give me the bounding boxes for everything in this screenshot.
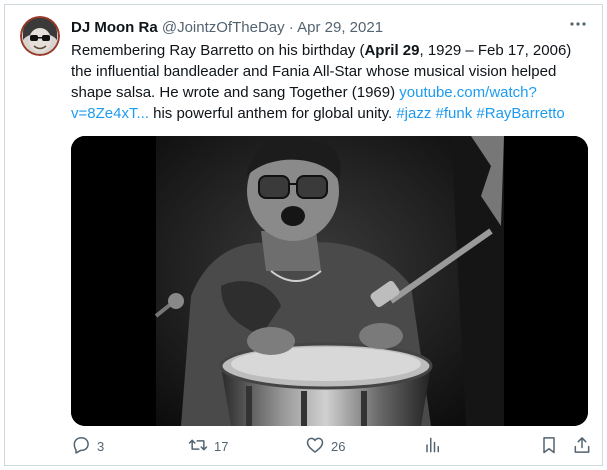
share-button[interactable] — [572, 430, 592, 462]
retweet-icon — [188, 435, 208, 458]
avatar[interactable] — [20, 16, 60, 56]
tweet-card[interactable]: DJ Moon Ra @JointzOfTheDay · Apr 29, 202… — [4, 4, 603, 466]
views-icon — [422, 435, 442, 458]
like-button[interactable]: 26 — [305, 430, 345, 462]
tweet-text-part-1: Remembering Ray Barretto on his birthday… — [71, 42, 365, 59]
share-icon — [572, 435, 592, 458]
reply-button[interactable]: 3 — [71, 430, 104, 462]
tweet-photo[interactable] — [71, 136, 588, 426]
retweet-button[interactable]: 17 — [188, 430, 228, 462]
tweet-text-bold-date: April 29 — [364, 42, 420, 59]
bookmark-button[interactable] — [539, 430, 559, 462]
reply-count: 3 — [97, 438, 105, 454]
tweet-actions: 3 17 26 — [65, 430, 595, 462]
tweet-date[interactable]: Apr 29, 2021 — [297, 19, 383, 36]
bookmark-icon — [539, 435, 559, 458]
reply-icon — [71, 435, 91, 458]
views-button[interactable] — [422, 430, 442, 462]
author-handle[interactable]: @JointzOfTheDay — [162, 19, 285, 36]
tweet-text: Remembering Ray Barretto on his birthday… — [71, 40, 591, 124]
retweet-count: 17 — [214, 438, 229, 454]
hashtag-jazz[interactable]: #jazz — [396, 105, 431, 122]
hashtag-raybarretto[interactable]: #RayBarretto — [476, 105, 564, 122]
tweet-header: DJ Moon Ra @JointzOfTheDay · Apr 29, 202… — [71, 18, 588, 38]
tweet-text-part-3: his powerful anthem for global unity. — [148, 105, 397, 122]
heart-icon — [305, 435, 325, 458]
more-dots-icon[interactable] — [568, 14, 588, 34]
author-name[interactable]: DJ Moon Ra — [71, 19, 158, 36]
separator-dot: · — [288, 19, 294, 36]
like-count: 26 — [331, 438, 346, 454]
hashtag-funk[interactable]: #funk — [436, 105, 473, 122]
